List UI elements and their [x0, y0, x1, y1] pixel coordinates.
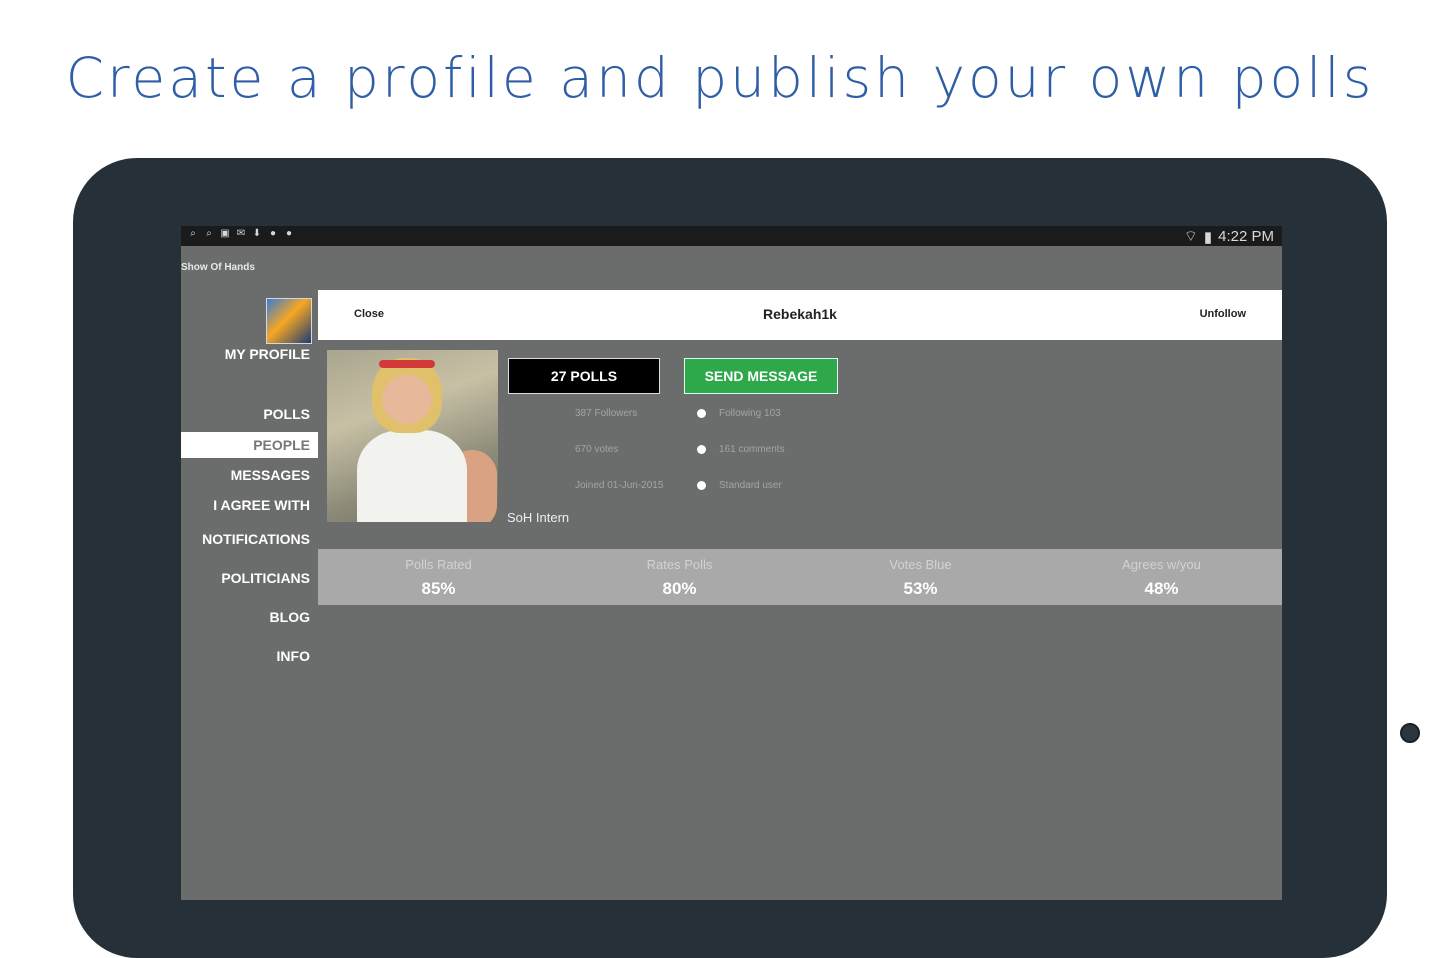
rating-votes-blue: Votes Blue 53%	[800, 549, 1041, 605]
chat-icon: ✉	[236, 228, 246, 239]
comments-count: 161 comments	[719, 444, 785, 455]
sidebar-item-info[interactable]: INFO	[277, 648, 310, 664]
page-headline: Create a profile and publish your own po…	[65, 46, 1375, 110]
unfollow-button[interactable]: Unfollow	[1200, 308, 1246, 320]
sidebar-item-polls[interactable]: POLLS	[263, 406, 310, 422]
rating-value: 80%	[662, 579, 697, 598]
rating-value: 85%	[421, 579, 456, 598]
status-bar: ⌕ ⌕ ▣ ✉ ⬇ ● ● ⌔ ▮ 4:22 PM	[181, 226, 1282, 246]
profile-panel: Close Rebekah1k Unfollow 27 POLLS SEND M…	[318, 290, 1282, 900]
rating-value: 53%	[903, 579, 938, 598]
photo-detail	[372, 358, 442, 433]
wifi-icon: ⌔	[1183, 228, 1198, 245]
notification-icons: ⌕ ⌕ ▣ ✉ ⬇ ● ●	[187, 228, 295, 240]
sidebar-item-blog[interactable]: BLOG	[270, 609, 310, 625]
followers-count[interactable]: 387 Followers	[575, 408, 637, 419]
bullet-icon	[697, 409, 706, 418]
bullet-icon	[697, 481, 706, 490]
status-right: ⌔ ▮ 4:22 PM	[1184, 227, 1274, 246]
rating-label: Polls Rated	[405, 557, 472, 572]
votes-count: 670 votes	[575, 444, 619, 455]
bullet-icon	[697, 445, 706, 454]
ratings-bar: Polls Rated 85% Rates Polls 80% Votes Bl…	[318, 549, 1282, 605]
hangouts-icon: ●	[285, 228, 293, 239]
home-button[interactable]	[1400, 723, 1420, 743]
polls-count-button[interactable]: 27 POLLS	[508, 358, 660, 394]
profile-username: Rebekah1k	[763, 306, 837, 322]
rating-label: Votes Blue	[889, 557, 952, 572]
rating-rates-polls: Rates Polls 80%	[559, 549, 800, 605]
sidebar-item-notifications[interactable]: NOTIFICATIONS	[202, 531, 310, 547]
sidebar-item-i-agree-with[interactable]: I AGREE WITH	[213, 497, 310, 513]
image-icon: ▣	[220, 228, 230, 239]
rating-value: 48%	[1144, 579, 1179, 598]
sidebar-item-label: PEOPLE	[253, 437, 310, 453]
sidebar-item-messages[interactable]: MESSAGES	[231, 467, 310, 483]
sidebar-item-politicians[interactable]: POLITICIANS	[221, 570, 310, 586]
app-screen: ⌕ ⌕ ▣ ✉ ⬇ ● ● ⌔ ▮ 4:22 PM Show Of Hands …	[181, 226, 1282, 900]
voicemail-icon: ⌕	[206, 228, 212, 239]
battery-icon: ▮	[1203, 228, 1213, 246]
photo-detail	[379, 360, 435, 368]
rating-polls-rated: Polls Rated 85%	[318, 549, 559, 605]
user-role: SoH Intern	[507, 510, 570, 525]
profile-photo	[327, 350, 498, 522]
rating-label: Rates Polls	[646, 557, 713, 572]
voicemail-icon: ⌕	[190, 228, 196, 239]
clock: 4:22 PM	[1218, 228, 1274, 245]
rating-agrees-with-you: Agrees w/you 48%	[1041, 549, 1282, 605]
download-icon: ⬇	[252, 228, 262, 239]
hangouts-icon: ●	[269, 228, 277, 239]
panel-header: Close Rebekah1k Unfollow	[318, 290, 1282, 340]
joined-date: Joined 01-Jun-2015	[575, 480, 664, 491]
following-count[interactable]: Following 103	[719, 408, 781, 419]
app-title: Show Of Hands	[181, 262, 255, 273]
send-message-button[interactable]: SEND MESSAGE	[684, 358, 838, 394]
my-profile-link[interactable]: MY PROFILE	[225, 346, 310, 362]
rating-label: Agrees w/you	[1122, 557, 1201, 572]
photo-detail	[357, 430, 467, 522]
sidebar-item-people[interactable]: PEOPLE	[181, 432, 318, 458]
avatar[interactable]	[266, 298, 312, 344]
account-type: Standard user	[719, 480, 782, 491]
